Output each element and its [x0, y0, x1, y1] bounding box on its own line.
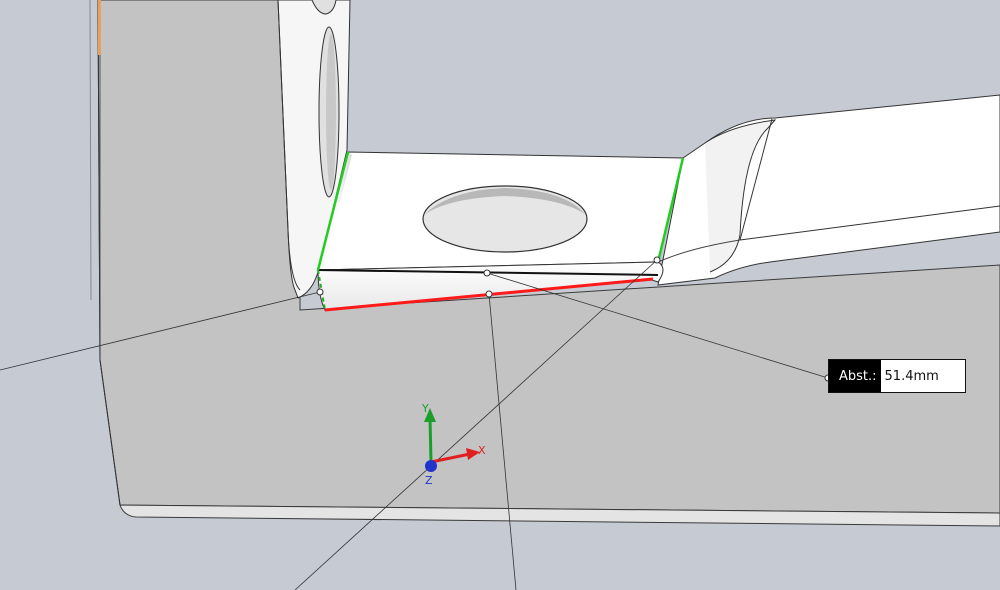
distance-label: Abst.:	[829, 360, 881, 392]
leader-point-left[interactable]	[316, 288, 324, 296]
leader-point-right[interactable]	[653, 256, 661, 264]
leader-point-mid-top[interactable]	[483, 269, 491, 277]
triad-y-label: Y	[421, 402, 429, 415]
distance-measure-tag[interactable]: Abst.: 51.4mm	[828, 359, 966, 393]
triad-z-dot-icon	[425, 460, 437, 472]
distance-value: 51.4mm	[884, 368, 939, 384]
model-viewport[interactable]: Y X Z	[0, 0, 1000, 590]
orange-edge-marker	[98, 0, 101, 55]
leader-point-mid-bottom[interactable]	[485, 290, 493, 298]
triad-x-label: X	[478, 444, 486, 457]
triad-z-label: Z	[425, 474, 433, 487]
